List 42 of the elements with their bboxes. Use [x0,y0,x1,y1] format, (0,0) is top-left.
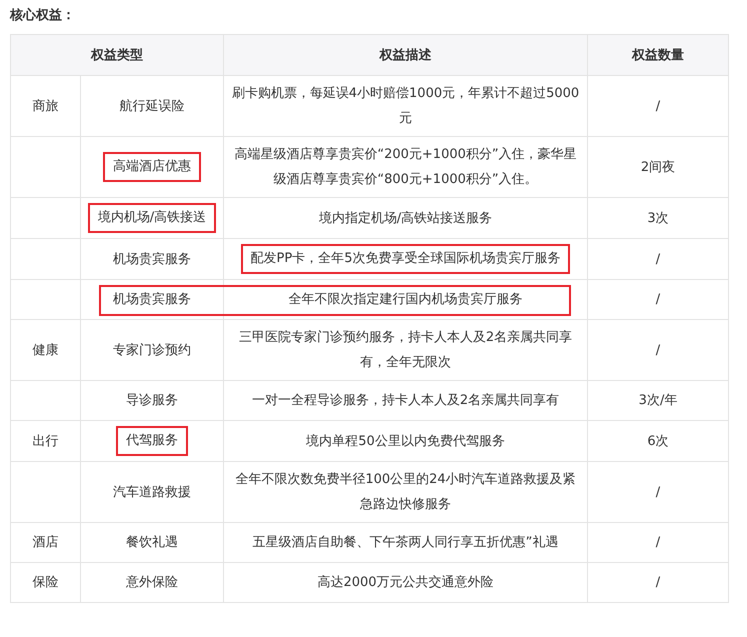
benefit-type: 餐饮礼遇 [126,535,178,550]
category-cell: 酒店 [10,522,80,562]
highlighted-benefit-type: 境内机场/高铁接送 [88,203,216,233]
quantity-cell: 3次 [588,198,728,238]
quantity-cell: / [588,320,728,380]
quantity-cell: / [588,280,728,320]
column-header: 权益类型 [10,34,224,76]
quantity-cell: 6次 [588,420,728,462]
benefit-description: 全年不限次指定建行国内机场贵宾厅服务 [288,292,522,307]
quantity-cell: / [588,462,728,522]
benefit-type: 航行延误险 [120,98,184,114]
column-header: 权益描述 [224,34,588,76]
category-cell: 出行 [10,420,80,462]
benefit-description: 高端星级酒店尊享贵宾价“200元+1000积分”入住，豪华星级酒店尊享贵宾价“800元+1000积分”入住。 [234,147,577,187]
benefit-description: 境内单程50公里以内免费代驾服务 [306,434,505,448]
category-cell: 商旅 [10,76,80,136]
column-header: 权益数量 [588,34,728,76]
benefit-type: 机场贵宾服务 [113,292,191,307]
benefit-type: 机场贵宾服务 [113,252,191,266]
benefit-type: 专家门诊预约 [113,342,191,358]
highlighted-benefit-description: 配发PP卡，全年5次免费享受全球国际机场贵宾厅服务 [240,244,570,274]
category-cell: 健康 [10,320,80,380]
highlighted-benefit-type: 高端酒店优惠 [103,152,201,182]
benefit-type: 汽车道路救援 [113,484,191,500]
quantity-cell: / [588,522,728,562]
quantity-cell: / [588,76,728,136]
highlighted-benefit-type: 代驾服务 [116,426,188,456]
benefit-description: 刷卡购机票，每延误4小时赔偿1000元，年累计不超过5000元 [232,86,580,126]
benefit-description: 一对一全程导诊服务，持卡人本人及2名亲属共同享有 [252,393,560,408]
section-heading: 核心权益： [8,6,76,25]
benefit-description: 全年不限次数免费半径100公里的24小时汽车道路救援及紧急路边快修服务 [235,472,576,512]
quantity-cell: / [588,562,728,602]
quantity-cell: 2间夜 [588,136,728,198]
benefit-type: 意外保险 [126,575,178,590]
benefit-description: 境内指定机场/高铁站接送服务 [318,210,492,226]
benefit-description: 五星级酒店自助餐、下午茶两人同行享五折优惠”礼遇 [252,535,558,550]
benefit-type: 导诊服务 [126,393,178,408]
quantity-cell: / [588,238,728,280]
quantity-cell: 3次/年 [588,380,728,420]
category-cell: 保险 [10,562,80,602]
benefit-description: 三甲医院专家门诊预约服务，持卡人本人及2名亲属共同享有，全年无限次 [238,330,572,370]
benefit-description: 高达2000万元公共交通意外险 [317,575,494,590]
